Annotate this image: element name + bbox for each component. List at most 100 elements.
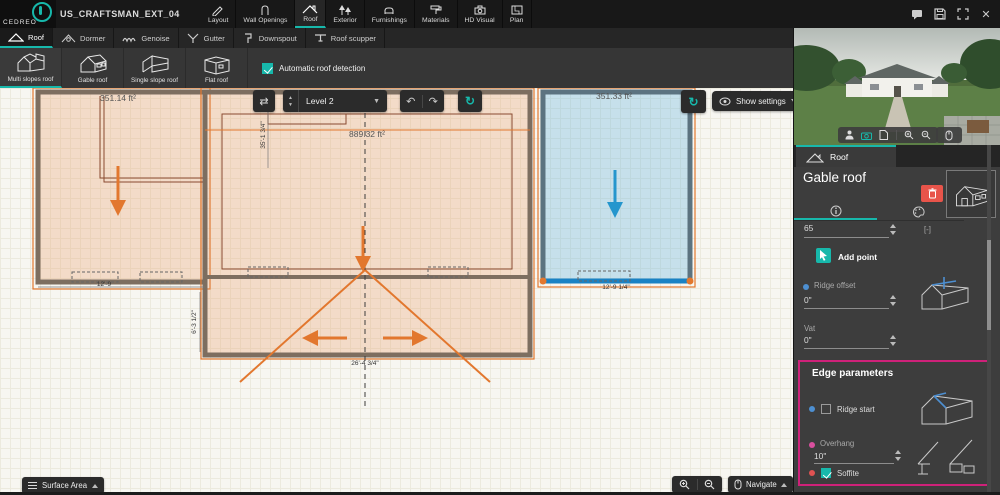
3d-preview[interactable] [794,28,1000,145]
paint-roller-icon [430,5,442,14]
menu-item-exterior[interactable]: Exterior [326,0,365,28]
vat-input[interactable]: 0" [804,335,812,345]
automatic-roof-detection[interactable]: Automatic roof detection [262,48,365,88]
camera-icon [474,5,486,15]
zoom-out-button[interactable] [696,479,723,490]
auto-detect-checkbox[interactable] [262,62,273,74]
add-point-button[interactable] [816,248,831,263]
add-point-label: Add point [838,252,878,262]
save-icon[interactable] [934,8,946,20]
show-settings-button[interactable]: Show settings [712,91,804,111]
menu-item-hd-visual[interactable]: HD Visual [458,0,503,28]
panel-scrollbar-thumb[interactable] [987,240,991,330]
tool-flat-roof[interactable]: Flat roof [186,48,248,88]
roof-sync-badge[interactable]: ↻ [681,90,706,113]
mouse-icon [945,130,953,140]
mouse-icon [734,479,742,490]
menu-item-wall-openings[interactable]: Wall Openings [236,0,296,28]
chevron-down-icon: ▼ [373,97,380,105]
door-icon [261,5,269,15]
history-controls: ↶ ↷ [400,90,444,112]
soffit-icon [917,439,975,475]
overhang-input[interactable]: 10" [814,451,826,461]
edge-parameters-section: Edge parameters Ridge start Overhang 10" [798,360,991,486]
window-controls: ✕ [911,0,992,28]
switch-view-button[interactable]: ⇄ [253,90,275,112]
feedback-icon[interactable] [911,8,923,20]
ribbon-tab-roof-scupper[interactable]: Roof scupper [306,28,385,48]
ribbon-tab-roof[interactable]: Roof [0,28,54,48]
ridge-offset-dot [803,284,809,290]
tool-label: Gable roof [77,77,108,84]
ridge-start-dot [809,406,815,412]
info-icon [830,205,841,216]
level-selector[interactable]: ▲ ▼ Level 2 ▼ [283,90,387,112]
pencil-icon [212,6,223,16]
roof-region-left[interactable] [32,88,211,290]
menu-item-materials[interactable]: Materials [415,0,458,28]
menu-label: Roof [303,16,318,23]
gable-roof-3d-icon [80,54,106,73]
3d-camera-icon[interactable] [860,131,872,140]
dim-right-width: 12'-9 1/4" [602,284,630,291]
flat-roof-icon [204,56,229,75]
ribbon-tab-label: Roof scupper [330,33,376,43]
menu-item-layout[interactable]: Layout [201,0,237,28]
preview-navigate-button[interactable] [936,127,962,143]
ribbon-tab-downspout[interactable]: Downspout [234,28,306,48]
vat-stepper[interactable] [890,335,898,346]
menu-label: Wall Openings [243,17,288,24]
edge-endpoint[interactable] [686,277,694,285]
tool-label: Single slope roof [131,77,178,84]
edge-endpoint[interactable] [539,277,547,285]
ribbon-tab-label: Downspout [258,33,297,43]
menu-label: Furnishings [371,17,407,24]
eye-icon [719,97,731,105]
fullscreen-icon[interactable] [957,8,969,20]
panel-tab-row: Roof [794,145,1000,167]
soffite-checkbox[interactable] [821,468,831,478]
ridge-offset-stepper[interactable] [890,295,898,306]
level-stepper[interactable]: ▲ ▼ [283,90,299,112]
panel-tab-roof[interactable]: Roof [796,145,896,167]
menu-item-furnishings[interactable]: Furnishings [365,0,415,28]
ribbon-tab-genoise[interactable]: Genoise [114,28,179,48]
overhang-dot [809,442,815,448]
plan-sheet-icon[interactable] [879,130,889,140]
cedreo-logo[interactable]: CEDREO [0,0,56,28]
refresh-roofs-button[interactable]: ↻ [458,90,482,112]
downspout-icon [244,32,252,43]
menu-item-roof[interactable]: Roof [295,0,327,28]
cedreo-app: CEDREO US_CRAFTSMAN_EXT_04 Layout Wall O… [0,0,1000,495]
delete-roof-button[interactable] [921,185,943,202]
soffite-label: Soffite [837,469,859,478]
surface-area-label: Surface Area [42,481,88,490]
slope-input[interactable]: 65 [804,223,813,233]
close-icon[interactable]: ✕ [980,8,992,21]
ribbon-tab-gutter[interactable]: Gutter [179,28,234,48]
zoom-out-icon[interactable] [921,130,931,140]
tab-info[interactable] [794,203,877,220]
tool-multi-slopes-roof[interactable]: Multi slopes roof [0,48,62,88]
zoom-in-icon[interactable] [904,130,914,140]
tool-label: Multi slopes roof [7,76,54,83]
area-label-center: 889.32 ft² [349,129,385,139]
zoom-in-button[interactable] [672,479,697,490]
slope-stepper[interactable] [890,224,898,235]
overhang-stepper[interactable] [895,450,903,461]
roof-ribbon: Roof Dormer Genoise Gutter Downspout Roo… [0,28,793,48]
menu-label: Plan [509,17,524,24]
tool-gable-roof[interactable]: Gable roof [62,48,124,88]
ribbon-tab-label: Genoise [141,33,170,43]
ridge-start-checkbox[interactable] [821,404,831,414]
menu-item-plan[interactable]: Plan [503,0,532,28]
tab-materials[interactable] [877,203,960,220]
ridge-offset-input[interactable]: 0" [804,295,812,305]
navigate-button[interactable]: Navigate [728,476,793,493]
tool-single-slope-roof[interactable]: Single slope roof [124,48,186,88]
undo-button[interactable]: ↶ [400,95,422,108]
redo-button[interactable]: ↷ [421,94,445,108]
ribbon-tab-dormer[interactable]: Dormer [53,28,115,48]
person-icon[interactable] [845,130,854,140]
plan-canvas[interactable]: 351.14 ft² 889.32 ft² 351.33 ft² 12'-9 3… [0,88,804,495]
